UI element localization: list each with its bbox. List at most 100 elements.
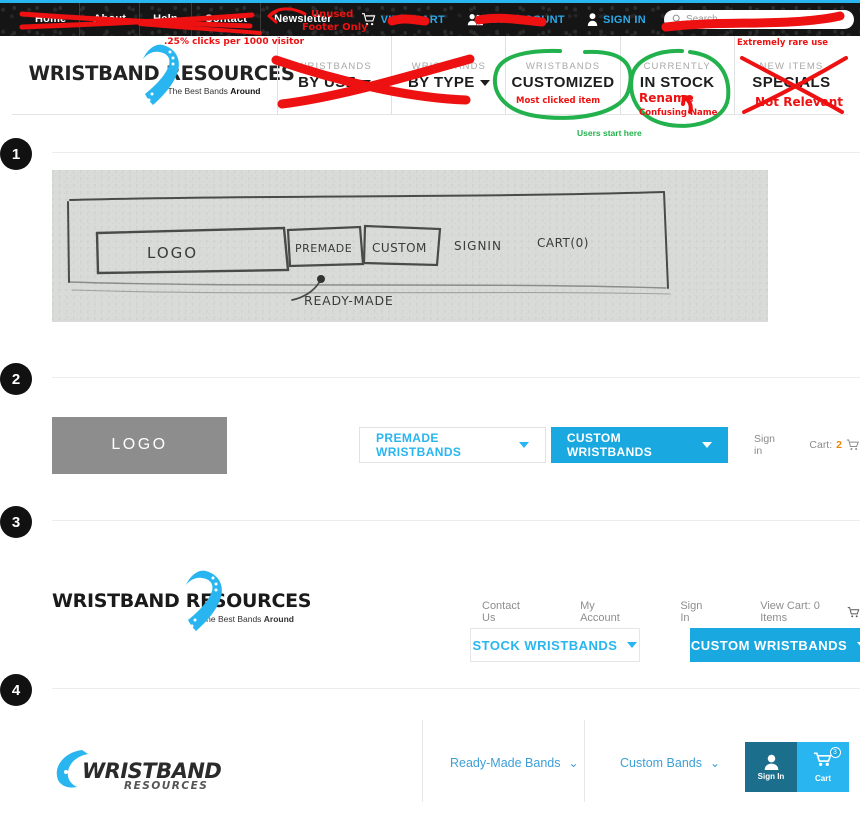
cart-icon	[847, 606, 859, 617]
sketch-premade-label: PREMADE	[295, 242, 352, 255]
chevron-down-icon: ⌄	[709, 756, 721, 770]
section-4-rule	[52, 688, 860, 689]
concept2-cart-link[interactable]: Cart: 2	[809, 439, 860, 451]
concept4-cart-label: Cart	[814, 774, 831, 783]
concept2-cart-label: Cart:	[809, 439, 833, 451]
concept4-logo[interactable]: WRISTBAND RESOURCES	[52, 744, 232, 792]
concept2-sign-in-link[interactable]: Sign in	[754, 433, 782, 457]
cart-icon	[846, 439, 859, 450]
site-logo[interactable]: WRISTBAND RESOURCES The Best Bands Aroun…	[12, 36, 295, 114]
concept2-custom-button[interactable]: CUSTOM WRISTBANDS	[550, 427, 728, 463]
concept3-custom-label: CUSTOM WRISTBANDS	[690, 637, 848, 653]
search-icon	[672, 11, 682, 29]
annotation-rename: Rename	[639, 91, 694, 105]
cart-icon: 3	[813, 747, 841, 772]
section-3-body: WRISTBAND RESOURCES The Best Bands Aroun…	[52, 538, 860, 663]
nav-item-in-stock-label: IN STOCK	[639, 74, 715, 91]
nav-item-by-type[interactable]: WRISTBANDS BY TYPE	[391, 36, 505, 114]
concept3-custom-button[interactable]: CUSTOM WRISTBANDS	[690, 628, 860, 662]
section-2-body: LOGO PREMADE WRISTBANDS CUSTOM WRISTBAND…	[52, 395, 860, 495]
section-2-rule	[52, 377, 860, 378]
topnav-item-about[interactable]: About	[79, 3, 139, 36]
view-cart-label: VIEW CART	[380, 13, 445, 26]
nav-item-by-type-label: BY TYPE	[408, 74, 490, 91]
section-1-rule	[52, 152, 860, 153]
section-3-rule	[52, 520, 860, 521]
nav-item-by-type-eyebrow: WRISTBANDS	[411, 61, 486, 72]
main-navigation: WRISTBAND RESOURCES The Best Bands Aroun…	[12, 36, 848, 114]
annotation-unused-line1: Unused	[311, 9, 354, 20]
concept4-logo-line2: RESOURCES	[124, 780, 208, 792]
concept3-stock-button[interactable]: STOCK WRISTBANDS	[470, 628, 640, 662]
sign-in-link[interactable]: SIGN IN	[577, 3, 656, 36]
concept4-custom-bands-link[interactable]: Custom Bands ⌄	[620, 756, 720, 770]
page-root: Home About Help Contact Newsletter VIEW …	[0, 0, 860, 824]
concept3-stock-label: STOCK WRISTBANDS	[472, 637, 618, 653]
chevron-down-icon	[627, 642, 638, 648]
sketch-signin-label: SIGNIN	[454, 239, 502, 253]
nav-item-specials-label: SPECIALS	[752, 74, 831, 91]
nav-item-specials-eyebrow: NEW ITEMS	[759, 61, 824, 72]
sketch-custom-label: CUSTOM	[372, 241, 427, 255]
section-2-number: 2	[0, 363, 32, 395]
my-account-label: MY ACCOUNT	[487, 13, 565, 26]
section-1-body: LOGO PREMADE CUSTOM SIGNIN CART(0) READY…	[52, 170, 860, 322]
section-2: 2 LOGO PREMADE WRISTBANDS CUSTOM WRISTBA…	[0, 363, 860, 508]
topnav-item-contact[interactable]: Contact	[190, 3, 260, 36]
section-3-number: 3	[0, 506, 32, 538]
concept4-sign-in-label: Sign In	[757, 771, 785, 781]
annotation-extremely-rare: Extremely rare use	[737, 38, 829, 48]
nav-item-by-use-label: BY USE	[298, 74, 372, 91]
person-icon	[587, 13, 598, 26]
concept2-premade-label: PREMADE WRISTBANDS	[376, 431, 462, 459]
annotation-users-start-here: Users start here	[577, 128, 642, 138]
chevron-down-icon	[479, 79, 490, 86]
concept3-view-cart-label: View Cart: 0 Items	[760, 600, 820, 624]
wristband-swoosh-icon	[186, 570, 222, 631]
nav-item-by-use[interactable]: WRISTBANDS BY USE	[277, 36, 391, 114]
topnav-item-home[interactable]: Home	[22, 3, 79, 36]
concept2-cart-count: 2	[836, 439, 842, 451]
chevron-down-icon	[518, 442, 529, 448]
concept3-sign-in-link[interactable]: Sign In	[680, 600, 711, 624]
chevron-down-icon: ⌄	[568, 756, 579, 770]
concept4-cart-badge: 3	[829, 747, 841, 758]
search-placeholder: Search	[686, 14, 718, 25]
concept4-ready-made-label: Ready-Made Bands	[450, 756, 561, 770]
concept4-logo-mark: WRISTBAND RESOURCES	[56, 750, 222, 792]
topnav-item-help[interactable]: Help	[139, 3, 191, 36]
wristband-swoosh-icon	[142, 44, 179, 105]
concept3-contact-us-link[interactable]: Contact Us	[482, 600, 531, 624]
nav-item-by-use-eyebrow: WRISTBANDS	[297, 61, 372, 72]
annotation-most-clicked: Most clicked item	[516, 96, 601, 106]
section-1-number: 1	[0, 138, 32, 170]
sketch-readymade-label: READY-MADE	[304, 293, 394, 308]
concept4-ready-made-link[interactable]: Ready-Made Bands ⌄	[450, 756, 579, 770]
concept4-custom-bands-label: Custom Bands	[620, 756, 702, 770]
nav-item-customized-label: CUSTOMIZED	[511, 74, 615, 91]
nav-item-customized-eyebrow: WRISTBANDS	[525, 61, 601, 72]
topbar-utility-links: VIEW CART MY ACCOUNT SIGN IN Search	[351, 3, 854, 36]
concept2-logo-placeholder[interactable]: LOGO	[52, 416, 227, 474]
person-icon	[764, 754, 778, 770]
concept3-logo[interactable]: WRISTBAND RESOURCES The Best Bands Aroun…	[52, 570, 342, 632]
annotated-screenshot: Home About Help Contact Newsletter VIEW …	[0, 0, 860, 138]
concept3-view-cart-link[interactable]: View Cart: 0 Items	[760, 600, 860, 624]
topbar-nav[interactable]: Home About Help Contact Newsletter	[22, 3, 345, 36]
my-account-link[interactable]: MY ACCOUNT	[457, 3, 575, 36]
section-4-body: WRISTBAND RESOURCES Ready-Made Bands ⌄ C…	[52, 706, 860, 816]
sketch-logo-label: LOGO	[147, 244, 198, 262]
concept4-divider-mid	[584, 720, 585, 802]
sketch-cart-label: CART(0)	[537, 236, 589, 250]
section-1: 1 LOGO PREMADE CUSTOM SIGNIN CART(0) REA…	[0, 138, 860, 348]
concept4-divider-left	[422, 720, 423, 802]
concept4-sign-in-button[interactable]: Sign In	[745, 742, 797, 792]
concept3-my-account-link[interactable]: My Account	[580, 600, 631, 624]
concept2-premade-button[interactable]: PREMADE WRISTBANDS	[359, 427, 546, 463]
sketch-callout-dot	[317, 275, 325, 283]
search-input[interactable]: Search	[664, 10, 854, 29]
chevron-down-icon	[702, 442, 712, 448]
section-3: 3 WRISTBAND RESOURCES The Best Bands Aro…	[0, 506, 860, 674]
sign-in-label: SIGN IN	[602, 13, 646, 26]
concept4-cart-button[interactable]: 3 Cart	[797, 742, 849, 792]
